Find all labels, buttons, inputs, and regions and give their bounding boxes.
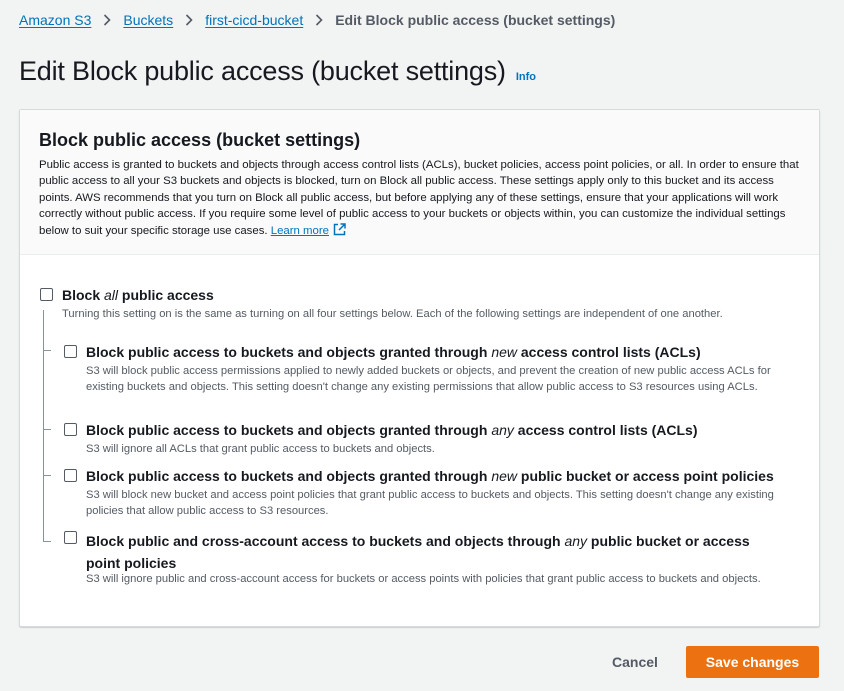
block-new-policies-description: S3 will block new bucket and access poin…: [86, 489, 774, 518]
breadcrumb-bucket-name[interactable]: first-cicd-bucket: [205, 12, 303, 28]
label-text: public access: [118, 287, 214, 303]
label-text: Block: [62, 287, 105, 303]
block-cross-account-checkbox[interactable]: [64, 531, 77, 544]
label-text: Block public access to buckets and objec…: [86, 344, 492, 360]
breadcrumb-current: Edit Block public access (bucket setting…: [335, 12, 616, 28]
chevron-right-icon: [173, 14, 205, 26]
learn-more-link[interactable]: Learn more: [270, 222, 346, 237]
label-emphasis: any: [564, 533, 588, 549]
learn-more-label: Learn more: [270, 224, 329, 237]
block-new-policies-label[interactable]: Block public access to buckets and objec…: [86, 468, 774, 484]
panel-title: Block public access (bucket settings): [39, 130, 361, 150]
tree-branch: [43, 541, 51, 542]
page-header: Edit Block public access (bucket setting…: [19, 56, 536, 87]
block-all-checkbox[interactable]: [40, 288, 53, 301]
block-cross-account-description: S3 will ignore public and cross-account …: [86, 573, 761, 585]
block-all-description: Turning this setting on is the same as t…: [62, 308, 723, 320]
label-text: access control lists (ACLs): [517, 344, 701, 360]
tree-connector-line: [43, 310, 44, 542]
panel-description-text: Public access is granted to buckets and …: [39, 159, 799, 237]
label-emphasis: all: [104, 287, 119, 303]
label-emphasis: new: [491, 468, 517, 484]
label-emphasis: new: [491, 344, 517, 360]
label-text: Block public and cross-account access to…: [86, 533, 565, 549]
block-cross-account-label[interactable]: Block public and cross-account access to…: [86, 530, 786, 574]
label-text: public bucket or access point policies: [517, 468, 774, 484]
save-changes-button[interactable]: Save changes: [686, 646, 819, 678]
breadcrumb-amazon-s3[interactable]: Amazon S3: [19, 12, 91, 28]
breadcrumb-buckets[interactable]: Buckets: [123, 12, 173, 28]
block-new-acls-checkbox[interactable]: [64, 345, 77, 358]
label-text: Block public access to buckets and objec…: [86, 468, 492, 484]
block-any-acls-label[interactable]: Block public access to buckets and objec…: [86, 422, 698, 438]
external-link-icon: [333, 222, 346, 241]
page-title: Edit Block public access (bucket setting…: [19, 56, 506, 86]
info-link[interactable]: Info: [516, 71, 536, 83]
block-public-access-panel: Block public access (bucket settings) Pu…: [19, 109, 820, 627]
label-text: Block public access to buckets and objec…: [86, 422, 492, 438]
label-emphasis: any: [491, 422, 514, 438]
panel-header: Block public access (bucket settings) Pu…: [20, 110, 819, 255]
block-new-policies-checkbox[interactable]: [64, 469, 77, 482]
label-text: access control lists (ACLs): [513, 422, 698, 438]
tree-branch: [43, 475, 51, 476]
tree-branch: [43, 350, 51, 351]
tree-branch: [43, 429, 51, 430]
block-new-acls-description: S3 will block public access permissions …: [86, 365, 771, 394]
block-any-acls-description: S3 will ignore all ACLs that grant publi…: [86, 443, 435, 455]
chevron-right-icon: [91, 14, 123, 26]
block-any-acls-checkbox[interactable]: [64, 423, 77, 436]
chevron-right-icon: [303, 14, 335, 26]
breadcrumb: Amazon S3 Buckets first-cicd-bucket Edit…: [19, 12, 615, 28]
block-all-label[interactable]: Block all public access: [62, 287, 214, 303]
block-new-acls-label[interactable]: Block public access to buckets and objec…: [86, 344, 701, 360]
panel-description: Public access is granted to buckets and …: [39, 157, 800, 241]
cancel-button[interactable]: Cancel: [596, 646, 674, 678]
